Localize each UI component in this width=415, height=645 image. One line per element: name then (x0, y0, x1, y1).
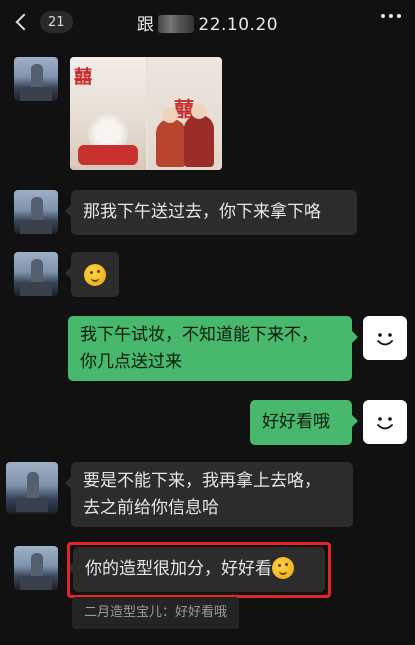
message-bubble[interactable]: 我下午试妆，不知道能下来不， 你几点送过来 (68, 316, 358, 381)
contact-avatar[interactable]: ♥ (14, 252, 58, 296)
contact-avatar[interactable]: ♥ (14, 57, 58, 101)
my-avatar[interactable] (363, 400, 407, 444)
message-text: 那我下午送过去，你下来拿下咯 (83, 202, 321, 222)
title-suffix: 22.10.20 (198, 15, 279, 35)
more-options-icon[interactable] (381, 14, 401, 18)
photo-message[interactable]: 囍 囍 (70, 57, 222, 170)
message-bubble[interactable]: 好好看哦 (250, 400, 358, 445)
redacted-name (158, 15, 195, 33)
message-bubble[interactable] (65, 252, 119, 297)
quoted-reply[interactable]: 二月造型宝儿：好好看哦 (72, 597, 240, 629)
message-text: 你的造型很加分，好好看 (85, 559, 272, 579)
photo-right-image: 囍 (148, 57, 222, 170)
photo-left-image: 囍 (70, 57, 146, 170)
double-happiness-icon: 囍 (74, 67, 92, 88)
message-text: 要是不能下来，我再拿上去咯， (83, 471, 321, 491)
chat-title: 跟 22.10.20 (0, 10, 415, 35)
message-text: 去之前给你信息哈 (83, 498, 219, 518)
title-prefix: 跟 (136, 15, 155, 35)
thinking-emoji-icon (84, 264, 106, 286)
message-bubble[interactable]: 要是不能下来，我再拿上去咯， 去之前给你信息哈 (65, 462, 353, 527)
message-text: 好好看哦 (262, 412, 330, 432)
my-avatar[interactable] (363, 316, 407, 360)
message-bubble[interactable]: 你的造型很加分，好好看 (67, 547, 325, 592)
contact-avatar[interactable]: ♥ (6, 462, 58, 514)
message-bubble[interactable]: 那我下午送过去，你下来拿下咯 (65, 190, 357, 235)
quoted-text: 二月造型宝儿：好好看哦 (84, 605, 228, 620)
chat-header: 21 跟 22.10.20 (0, 0, 415, 44)
message-text: 我下午试妆，不知道能下来不， (80, 325, 318, 345)
smile-face-icon (377, 417, 393, 430)
message-text: 你几点送过来 (80, 352, 182, 372)
contact-avatar[interactable]: ♥ (14, 190, 58, 234)
thinking-emoji-icon (272, 557, 294, 579)
smile-face-icon (377, 333, 393, 346)
contact-avatar[interactable]: ♥ (14, 546, 58, 590)
